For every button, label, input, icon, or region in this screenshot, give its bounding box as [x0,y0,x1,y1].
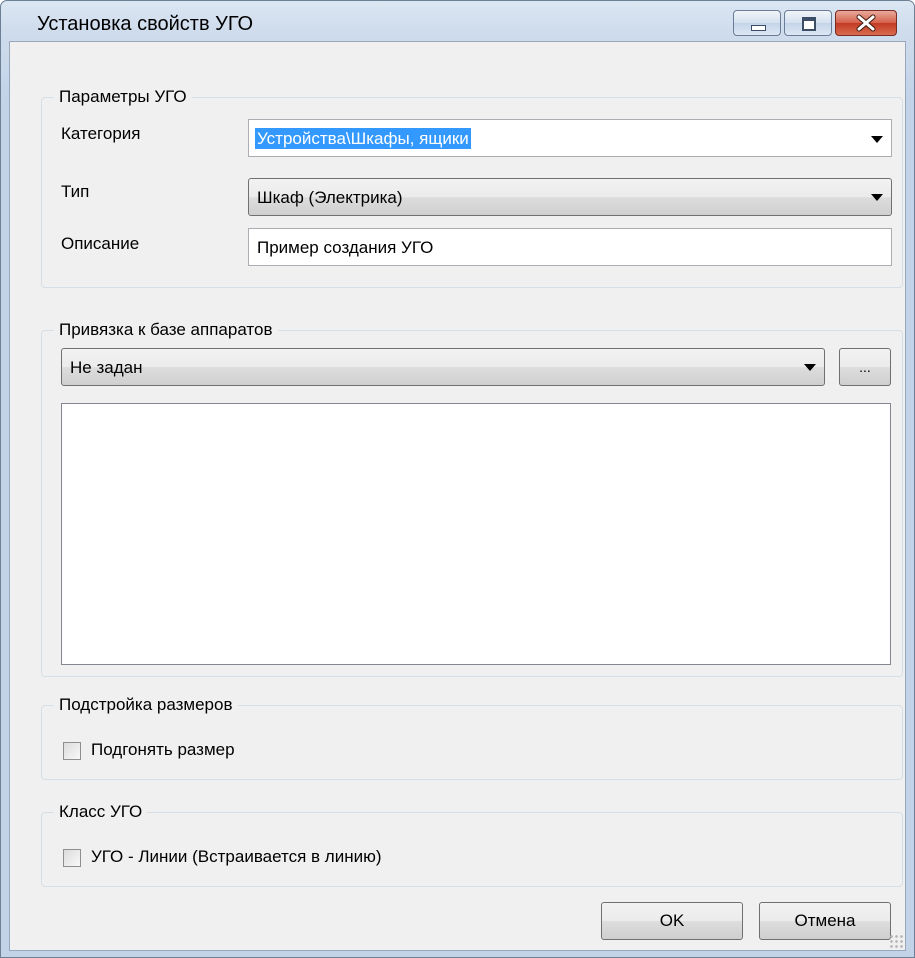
minimize-button[interactable] [733,10,781,36]
type-value: Шкаф (Электрика) [257,188,403,207]
binding-group-legend: Привязка к базе аппаратов [54,319,278,341]
type-label: Тип [61,182,90,201]
chevron-down-icon[interactable] [871,136,883,143]
description-input[interactable]: Пример создания УГО [248,228,892,266]
dialog-body: Параметры УГО Категория Устройства\Шкафы… [9,41,906,951]
close-button[interactable] [835,10,897,36]
dialog-window: Установка свойств УГО Параметры УГО Кате… [0,0,915,958]
device-base-value: Не задан [70,358,143,377]
fit-size-checkbox[interactable] [63,742,81,760]
browse-button[interactable]: ... [839,348,891,386]
window-title: Установка свойств УГО [37,13,254,35]
category-value: Устройства\Шкафы, ящики [255,128,471,149]
chevron-down-icon [871,194,883,201]
maximize-icon [802,17,816,31]
size-group-legend: Подстройка размеров [54,694,238,716]
fit-size-label[interactable]: Подгонять размер [91,740,235,760]
description-value: Пример создания УГО [257,238,434,257]
title-bar[interactable]: Установка свойств УГО [1,1,914,41]
device-base-dropdown[interactable]: Не задан [61,348,825,386]
resize-grip[interactable] [889,934,903,948]
line-ugo-label[interactable]: УГО - Линии (Встраивается в линию) [91,847,382,867]
category-label: Категория [61,124,141,143]
cancel-button[interactable]: Отмена [759,902,891,940]
type-dropdown[interactable]: Шкаф (Электрика) [248,178,892,216]
params-group-legend: Параметры УГО [54,86,192,108]
description-label: Описание [61,234,140,253]
chevron-down-icon [804,364,816,371]
device-list[interactable] [61,403,891,665]
class-group-legend: Класс УГО [54,801,148,823]
line-ugo-checkbox[interactable] [63,849,81,867]
maximize-button[interactable] [784,10,832,36]
minimize-icon [751,25,766,31]
category-combobox[interactable]: Устройства\Шкафы, ящики [248,119,892,157]
ok-button[interactable]: OK [601,902,743,940]
close-icon [856,14,876,32]
